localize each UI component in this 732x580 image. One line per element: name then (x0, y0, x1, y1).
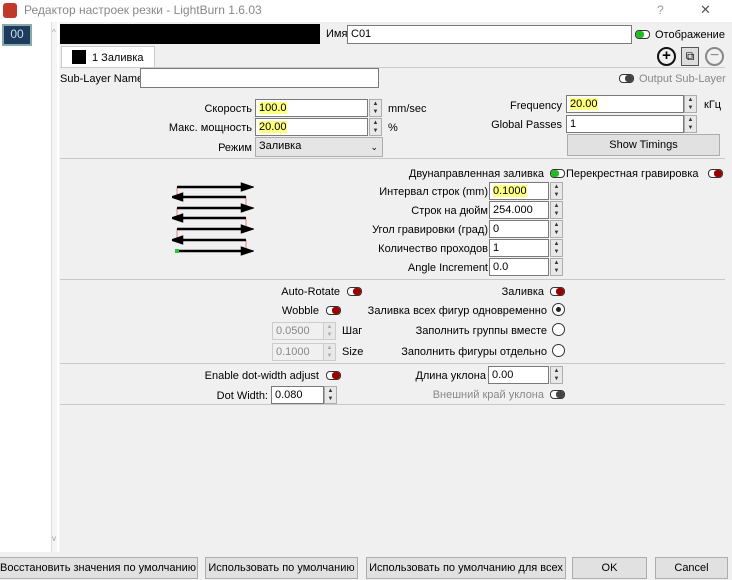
crosshatch-toggle[interactable] (708, 169, 723, 178)
frequency-spinner[interactable]: ▲ ▼ (684, 95, 697, 113)
fill-all-radio[interactable] (552, 303, 565, 316)
layer-list: 00 (0, 22, 52, 552)
scan-angle-spinner[interactable]: ▲ ▼ (550, 220, 563, 238)
bidirectional-label: Двунаправленная заливка (408, 168, 544, 180)
chevron-down-icon: ⌄ (370, 142, 378, 152)
pass-count-spinner[interactable]: ▲ ▼ (550, 239, 563, 257)
lpi-label: Строк на дюйм (411, 205, 488, 217)
outer-ramp-label: Внешний край уклона (432, 389, 544, 401)
frequency-label: Frequency (510, 100, 562, 112)
bidirectional-toggle[interactable] (550, 169, 565, 178)
remove-sublayer-icon[interactable]: − (705, 47, 724, 66)
tab-fill[interactable]: 1 Заливка (61, 46, 155, 67)
speed-spinner[interactable]: ▲ ▼ (369, 99, 382, 117)
show-timings-button[interactable]: Show Timings (567, 134, 720, 156)
close-button[interactable]: ✕ (700, 2, 711, 18)
global-passes-input[interactable]: 1 (566, 115, 684, 133)
use-default-button[interactable]: Использовать по умолчанию (205, 557, 358, 579)
radio-label-groups: Заполнить группы вместе (415, 325, 547, 337)
wobble-size-spinner[interactable]: ▲ ▼ (323, 343, 336, 361)
power-spinner[interactable]: ▲ ▼ (369, 118, 382, 136)
display-toggle[interactable] (635, 30, 650, 39)
help-button[interactable]: ? (657, 3, 664, 17)
power-unit: % (388, 122, 398, 134)
pass-count-input[interactable]: 1 (489, 239, 549, 257)
frequency-unit: кГц (704, 99, 722, 111)
fill-pattern-preview (172, 182, 254, 256)
mode-select[interactable]: Заливка ⌄ (255, 137, 383, 157)
dot-width-label: Dot Width: (216, 390, 268, 402)
output-sublayer-toggle[interactable] (619, 74, 634, 83)
ramp-length-input[interactable]: 0.00 (488, 366, 549, 384)
auto-rotate-toggle[interactable] (347, 287, 362, 296)
global-passes-spinner[interactable]: ▲ ▼ (684, 115, 697, 133)
fill-toggle[interactable] (550, 287, 565, 296)
layer-item[interactable]: 00 (2, 24, 32, 46)
window-title: Редактор настроек резки - LightBurn 1.6.… (24, 3, 262, 17)
dot-width-toggle[interactable] (326, 371, 341, 380)
sublayer-name-label: Sub-Layer Name (60, 73, 144, 85)
dot-width-enable-label: Enable dot-width adjust (204, 370, 319, 382)
line-interval-label: Интервал строк (mm) (379, 186, 488, 198)
ramp-length-label: Длина уклона (415, 370, 486, 382)
scan-angle-input[interactable]: 0 (489, 220, 549, 238)
speed-input[interactable]: 100.0 (255, 99, 368, 117)
line-interval-spinner[interactable]: ▲ ▼ (550, 182, 563, 200)
wobble-size-input[interactable]: 0.1000 (272, 343, 324, 361)
speed-unit: mm/sec (388, 103, 427, 115)
scan-angle-label: Угол гравировки (град) (372, 224, 488, 236)
cancel-button[interactable]: Cancel (655, 557, 728, 579)
scroll-down-icon[interactable]: v (52, 534, 56, 543)
speed-label: Скорость (204, 103, 252, 115)
auto-rotate-label: Auto-Rotate (281, 286, 340, 298)
tab-color-icon (72, 50, 86, 64)
angle-increment-spinner[interactable]: ▲ ▼ (550, 258, 563, 276)
restore-defaults-button[interactable]: Восстановить значения по умолчанию (0, 557, 198, 579)
fill-label: Заливка (501, 286, 544, 298)
layer-color-swatch[interactable] (60, 24, 320, 44)
fill-groups-radio[interactable] (552, 323, 565, 336)
name-label: Имя (326, 28, 348, 40)
app-logo-icon (3, 3, 17, 18)
wobble-toggle[interactable] (326, 306, 341, 315)
copy-sublayer-icon[interactable]: ⧉ (681, 47, 699, 66)
wobble-step-label: Шаг (342, 325, 363, 337)
scroll-up-icon[interactable]: ^ (52, 28, 56, 37)
pass-count-label: Количество проходов (378, 243, 488, 255)
ok-button[interactable]: OK (572, 557, 647, 579)
outer-ramp-toggle[interactable] (550, 390, 565, 399)
lpi-input[interactable]: 254.000 (489, 201, 549, 219)
dot-width-spinner[interactable]: ▲ ▼ (324, 386, 337, 404)
angle-increment-input[interactable]: 0.0 (489, 258, 549, 276)
radio-label-separate: Заполнить фигуры отдельно (401, 346, 547, 358)
sublayer-name-input[interactable] (140, 68, 379, 88)
wobble-step-spinner[interactable]: ▲ ▼ (323, 322, 336, 340)
angle-increment-label: Angle Increment (407, 262, 488, 274)
lpi-spinner[interactable]: ▲ ▼ (550, 201, 563, 219)
name-input[interactable]: C01 (347, 25, 632, 44)
crosshatch-label: Перекрестная гравировка (566, 168, 699, 180)
title-bar: Редактор настроек резки - LightBurn 1.6.… (0, 0, 732, 22)
dot-width-input[interactable]: 0.080 (271, 386, 324, 404)
wobble-size-label: Size (342, 346, 364, 358)
tab-label: 1 Заливка (92, 52, 144, 64)
add-sublayer-icon[interactable]: + (657, 47, 676, 66)
use-default-all-button[interactable]: Использовать по умолчанию для всех (366, 557, 566, 579)
wobble-step-input[interactable]: 0.0500 (272, 322, 324, 340)
radio-label-all: Заливка всех фигур одновременно (367, 305, 547, 317)
power-label: Макс. мощность (168, 122, 252, 134)
global-passes-label: Global Passes (491, 119, 562, 131)
output-sublayer-label: Output Sub-Layer (639, 73, 726, 85)
wobble-label: Wobble (281, 305, 319, 317)
frequency-input[interactable]: 20.00 (566, 95, 684, 113)
mode-label: Режим (218, 142, 252, 154)
line-interval-input[interactable]: 0.1000 (489, 182, 549, 200)
ramp-length-spinner[interactable]: ▲ ▼ (550, 366, 563, 384)
power-input[interactable]: 20.00 (255, 118, 368, 136)
fill-separate-radio[interactable] (552, 344, 565, 357)
display-label: Отображение (655, 29, 725, 41)
